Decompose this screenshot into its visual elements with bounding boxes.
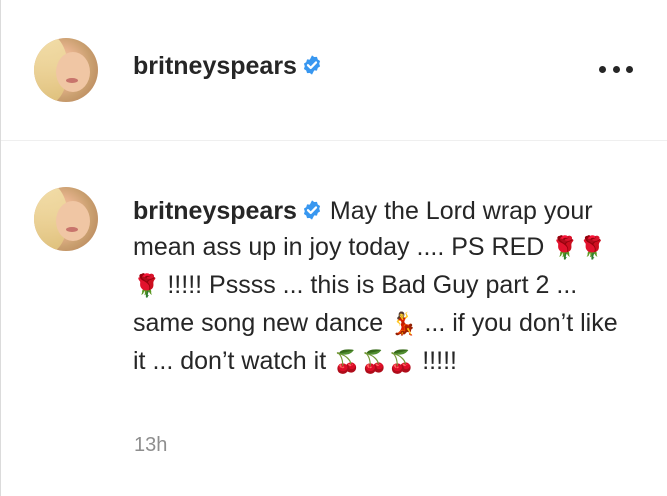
more-options-icon[interactable] xyxy=(599,62,633,76)
verified-badge-icon xyxy=(303,200,321,220)
post-panel: britneyspears britneyspears May the Lord… xyxy=(0,0,667,496)
dancer-emoji-icon: 💃 xyxy=(390,312,418,337)
post-header: britneyspears xyxy=(1,0,667,141)
verified-badge-icon xyxy=(303,55,321,75)
comment-username[interactable]: britneyspears xyxy=(133,197,297,225)
avatar[interactable] xyxy=(34,38,98,102)
username-text[interactable]: britneyspears xyxy=(133,52,297,80)
comment-avatar[interactable] xyxy=(34,187,98,251)
cherry-emoji-icon: 🍒🍒🍒 xyxy=(333,350,416,375)
timestamp[interactable]: 13h xyxy=(134,434,167,457)
caption-text-part4: !!!!! xyxy=(415,347,457,375)
header-username[interactable]: britneyspears xyxy=(133,52,323,81)
caption-text: britneyspears May the Lord wrap your mea… xyxy=(133,193,633,381)
